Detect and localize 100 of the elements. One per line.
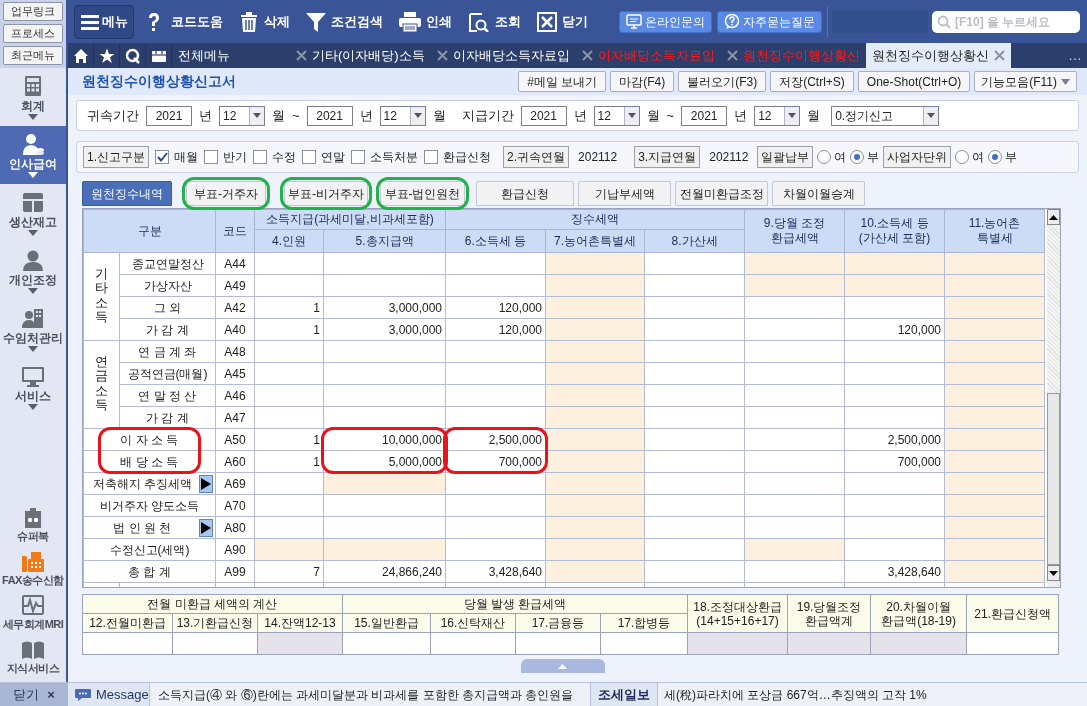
detail-arrow-button[interactable] — [199, 518, 213, 537]
column-header: 코드 — [215, 209, 255, 253]
tab-label: 전체메뉴 — [178, 46, 230, 65]
row-label: 총 합 계 — [127, 563, 172, 581]
module-nav-item[interactable]: 수임처관리 — [0, 300, 66, 358]
radio-label: 여 — [972, 149, 985, 166]
sub-tab[interactable]: 부표-거주자 — [186, 181, 266, 206]
option-label-button[interactable]: 1.신고구분 — [83, 146, 149, 168]
detail-arrow-button[interactable] — [199, 474, 213, 493]
close-panel-button[interactable]: 닫기 × — [0, 683, 68, 706]
scroll-up-button[interactable] — [1047, 209, 1060, 225]
sub-tab[interactable]: 부표-비거주자 — [284, 181, 368, 206]
checkbox[interactable] — [351, 150, 365, 164]
row-label: 이 자 소 득 — [119, 431, 180, 449]
row-label: 가 감 계 — [145, 409, 190, 427]
form-action-button[interactable]: One-Shot(Ctrl+O) — [857, 71, 971, 92]
toolbar-button[interactable]: 삭제 — [233, 4, 296, 39]
document-tab[interactable]: 이자배당소득자료입 — [430, 43, 576, 68]
row-label: 수정신고(세액) — [108, 541, 191, 559]
check-icon — [156, 152, 168, 162]
module-nav-item[interactable]: 서비스 — [0, 358, 66, 416]
year-field[interactable]: 2021 — [520, 105, 567, 126]
quick-link-button[interactable]: 프로세스 — [3, 24, 63, 43]
year-field[interactable]: 2021 — [681, 105, 728, 126]
checkbox-label: 환급신청 — [443, 149, 491, 166]
collapse-handle[interactable] — [520, 659, 605, 673]
checkbox[interactable] — [302, 150, 316, 164]
more-tabs-button[interactable]: … — [1063, 43, 1087, 68]
play-triangle-icon — [201, 477, 211, 490]
dropdown-field[interactable]: 12 — [593, 105, 640, 126]
sub-tab[interactable]: 원천징수내역 — [82, 181, 172, 206]
quick-link-button[interactable]: 최근메뉴 — [3, 46, 63, 65]
dropdown-field[interactable]: 12 — [219, 105, 265, 126]
checkbox[interactable] — [204, 150, 218, 164]
scroll-down-button[interactable] — [1047, 565, 1060, 581]
toolbar-button[interactable]: 코드도움 — [138, 4, 229, 39]
tab-label: 원천징수이행상황신 — [871, 46, 989, 65]
form-action-button[interactable]: 마감(F4) — [610, 71, 675, 92]
option-label-button[interactable]: 3.지급연월 — [634, 146, 701, 168]
radio-button[interactable] — [955, 150, 970, 164]
menu-button[interactable]: 메뉴 — [74, 4, 134, 39]
toolbar-button[interactable]: 인쇄 — [393, 4, 458, 39]
scroll-thumb[interactable] — [1047, 393, 1060, 565]
checkbox-label: 연말 — [321, 149, 345, 166]
sub-tab[interactable]: 환급신청 — [476, 181, 574, 206]
radio-button[interactable] — [817, 150, 832, 164]
module-nav-item[interactable]: 생산재고 — [0, 184, 66, 242]
tool-nav-item[interactable]: FAX송수신함 — [0, 546, 66, 590]
column-group-header: 전월 미환급 세액의 계산 — [82, 594, 343, 614]
radio-button[interactable] — [850, 150, 865, 164]
form-action-button[interactable]: 불러오기(F3) — [678, 71, 767, 92]
tool-nav-item[interactable]: 세무회계MRI — [0, 590, 66, 634]
column-header: 18.조정대상환급 (14+15+16+17) — [687, 594, 788, 633]
dropdown-field[interactable]: 12 — [379, 105, 426, 126]
year-field[interactable]: 2021 — [306, 105, 353, 126]
document-tab[interactable]: 기타(이자배당)소득 — [290, 43, 431, 68]
tool-nav-item[interactable]: 지식서비스 — [0, 634, 66, 678]
quick-link-button[interactable]: 업무링크 — [3, 2, 63, 21]
toolbar-button[interactable]: 닫기 — [531, 4, 594, 39]
caret-icon — [28, 345, 38, 352]
checkbox[interactable] — [155, 150, 169, 164]
menu-icon — [80, 13, 99, 30]
option-label-button[interactable]: 사업자단위 — [883, 146, 952, 168]
document-tab[interactable]: 원천징수이행상황신 — [865, 43, 1011, 68]
form-action-button[interactable]: #메일 보내기 — [518, 71, 607, 92]
module-nav-item[interactable]: 인사급여 — [0, 126, 66, 184]
module-nav-item[interactable]: 회계 — [0, 68, 66, 126]
sub-tab[interactable]: 전월미환급조정 — [675, 181, 768, 206]
column-header: 9.당월 조정 환급세액 — [744, 209, 845, 253]
column-group-header: 징수세액 — [445, 209, 745, 230]
year-field[interactable]: 2021 — [146, 105, 192, 126]
magnifier-icon — [124, 47, 141, 64]
document-tab[interactable]: 전체메뉴 — [172, 43, 290, 68]
dropdown-field[interactable]: 0.정기신고 — [831, 105, 940, 126]
function-menu-button[interactable]: 기능모음(F11) — [974, 71, 1077, 92]
toolbar-button[interactable]: 조건검색 — [300, 4, 389, 39]
news-source-button[interactable]: 조세일보 — [590, 683, 658, 706]
toolbar-button[interactable]: 조회 — [462, 4, 527, 39]
caret-icon — [627, 113, 636, 118]
checkbox[interactable] — [424, 150, 438, 164]
option-label-button[interactable]: 2.귀속연월 — [503, 146, 570, 168]
sub-tab[interactable]: 부표-법인원천 — [380, 181, 465, 206]
radio-button[interactable] — [988, 150, 1003, 164]
sub-tab[interactable]: 차월이월승계 — [772, 181, 865, 206]
caret-icon — [28, 229, 38, 236]
row-label: 연 말 정 산 — [137, 387, 198, 405]
column-header: 10.소득세 등 (가산세 포함) — [844, 209, 945, 253]
module-nav-item[interactable]: 개인조정 — [0, 242, 66, 300]
news-headline[interactable]: 세(稅)파라치에 포상금 667억…추징액의 고작 1% — [658, 683, 1087, 706]
dropdown-field[interactable]: 12 — [754, 105, 801, 126]
checkbox[interactable] — [253, 150, 267, 164]
sub-tab[interactable]: 기납부세액 — [578, 181, 671, 206]
category-label: 기타소득 — [95, 267, 108, 325]
tool-nav-item[interactable]: 슈퍼북 — [0, 502, 66, 546]
monitor-icon — [626, 13, 642, 30]
column-header: 21.환급신청액 — [966, 594, 1059, 633]
search-field[interactable]: [F10] 을 누르세요 — [932, 10, 1080, 33]
caret-icon — [788, 113, 797, 118]
option-label-button[interactable]: 일괄납부 — [757, 146, 814, 168]
form-action-button[interactable]: 저장(Ctrl+S) — [770, 71, 854, 92]
